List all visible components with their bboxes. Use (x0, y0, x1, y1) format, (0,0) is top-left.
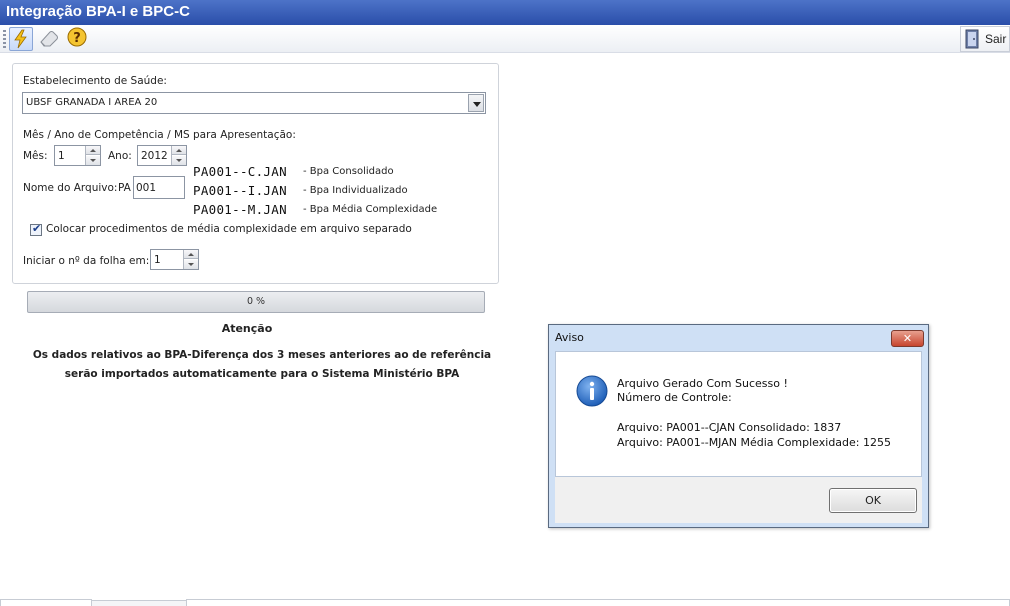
sheet-number-value: 1 (154, 254, 161, 266)
aviso-dialog: Aviso ✕ Arquivo Gerado Com Sucesso ! Núm… (548, 324, 929, 528)
svg-text:?: ? (73, 31, 81, 46)
window-title: Integração BPA-I e BPC-C (6, 3, 190, 20)
clear-button[interactable] (37, 27, 61, 51)
progress-bar: 0 % (27, 291, 485, 313)
competence-label: Mês / Ano de Competência / MS para Apres… (23, 129, 296, 141)
establishment-value: UBSF GRANADA I AREA 20 (26, 97, 158, 108)
exit-label: Sair (985, 32, 1007, 46)
close-icon: ✕ (902, 332, 913, 345)
file-name-individual: PA001--I.JAN (193, 183, 287, 198)
eraser-icon (40, 31, 58, 47)
notice-title: Atenção (221, 322, 273, 335)
sheet-up-arrow-icon[interactable] (184, 250, 198, 259)
help-icon: ? (67, 27, 87, 47)
bottom-tab-strip (0, 599, 1010, 606)
lightning-icon (14, 29, 27, 49)
filename-input[interactable]: 001 (133, 176, 185, 199)
filename-prefix: PA (118, 182, 131, 194)
dialog-title: Aviso (555, 331, 584, 344)
info-icon (576, 375, 608, 407)
door-exit-icon (965, 29, 979, 49)
ok-button[interactable]: OK (829, 488, 917, 513)
sheet-number-stepper[interactable]: 1 (150, 249, 199, 270)
file-desc-individual: - Bpa Individualizado (303, 185, 408, 196)
dialog-line-2: Número de Controle: (617, 391, 732, 404)
year-up-arrow-icon[interactable] (172, 146, 186, 155)
month-label: Mês: (23, 150, 48, 162)
help-button[interactable]: ? (65, 27, 89, 51)
sheet-number-label: Iniciar o nº da folha em: (23, 255, 150, 267)
sheet-stepper-buttons (183, 250, 198, 269)
establishment-label: Estabelecimento de Saúde: (23, 75, 167, 87)
file-desc-consolidated: - Bpa Consolidado (303, 166, 394, 177)
dialog-footer: OK (555, 477, 922, 523)
notice-text: Os dados relativos ao BPA-Diferença dos … (12, 346, 512, 384)
year-stepper-buttons (171, 146, 186, 165)
tab-1[interactable] (0, 599, 92, 606)
exit-button[interactable]: Sair (960, 26, 1010, 52)
notice-line-1: Os dados relativos ao BPA-Diferença dos … (32, 349, 492, 361)
year-stepper[interactable]: 2012 (137, 145, 187, 166)
month-stepper[interactable]: 1 (54, 145, 101, 166)
month-stepper-buttons (85, 146, 100, 165)
sheet-down-arrow-icon[interactable] (184, 260, 198, 269)
separate-file-label[interactable]: Colocar procedimentos de média complexid… (46, 223, 412, 235)
file-name-consolidated: PA001--C.JAN (193, 164, 287, 179)
integration-form-panel: Estabelecimento de Saúde: UBSF GRANADA I… (12, 63, 499, 284)
chevron-down-icon[interactable] (468, 94, 484, 112)
window-titlebar: Integração BPA-I e BPC-C (0, 0, 1010, 25)
month-up-arrow-icon[interactable] (86, 146, 100, 155)
dialog-message-area: Arquivo Gerado Com Sucesso ! Número de C… (555, 351, 922, 477)
month-value: 1 (58, 150, 65, 162)
file-name-medium: PA001--M.JAN (193, 202, 287, 217)
run-button[interactable] (9, 27, 33, 51)
dialog-line-1: Arquivo Gerado Com Sucesso ! (617, 377, 788, 390)
filename-label: Nome do Arquivo: (23, 182, 118, 194)
file-desc-medium: - Bpa Média Complexidade (303, 204, 438, 215)
progress-label: 0 % (246, 296, 266, 307)
year-label: Ano: (108, 150, 132, 162)
toolbar: ? Sair (0, 25, 1010, 53)
close-button[interactable]: ✕ (891, 330, 924, 347)
filename-value: 001 (136, 182, 157, 194)
establishment-select[interactable]: UBSF GRANADA I AREA 20 (22, 92, 486, 114)
notice-line-2: serão importados automaticamente para o … (64, 368, 460, 380)
separate-file-checkbox[interactable] (30, 222, 42, 236)
month-down-arrow-icon[interactable] (86, 156, 100, 165)
tab-2[interactable] (186, 599, 1010, 606)
dialog-line-4: Arquivo: PA001--MJAN Média Complexidade:… (617, 436, 891, 449)
year-down-arrow-icon[interactable] (172, 156, 186, 165)
year-value: 2012 (141, 150, 168, 162)
toolbar-grip[interactable] (3, 30, 6, 48)
dialog-line-3: Arquivo: PA001--CJAN Consolidado: 1837 (617, 421, 842, 434)
